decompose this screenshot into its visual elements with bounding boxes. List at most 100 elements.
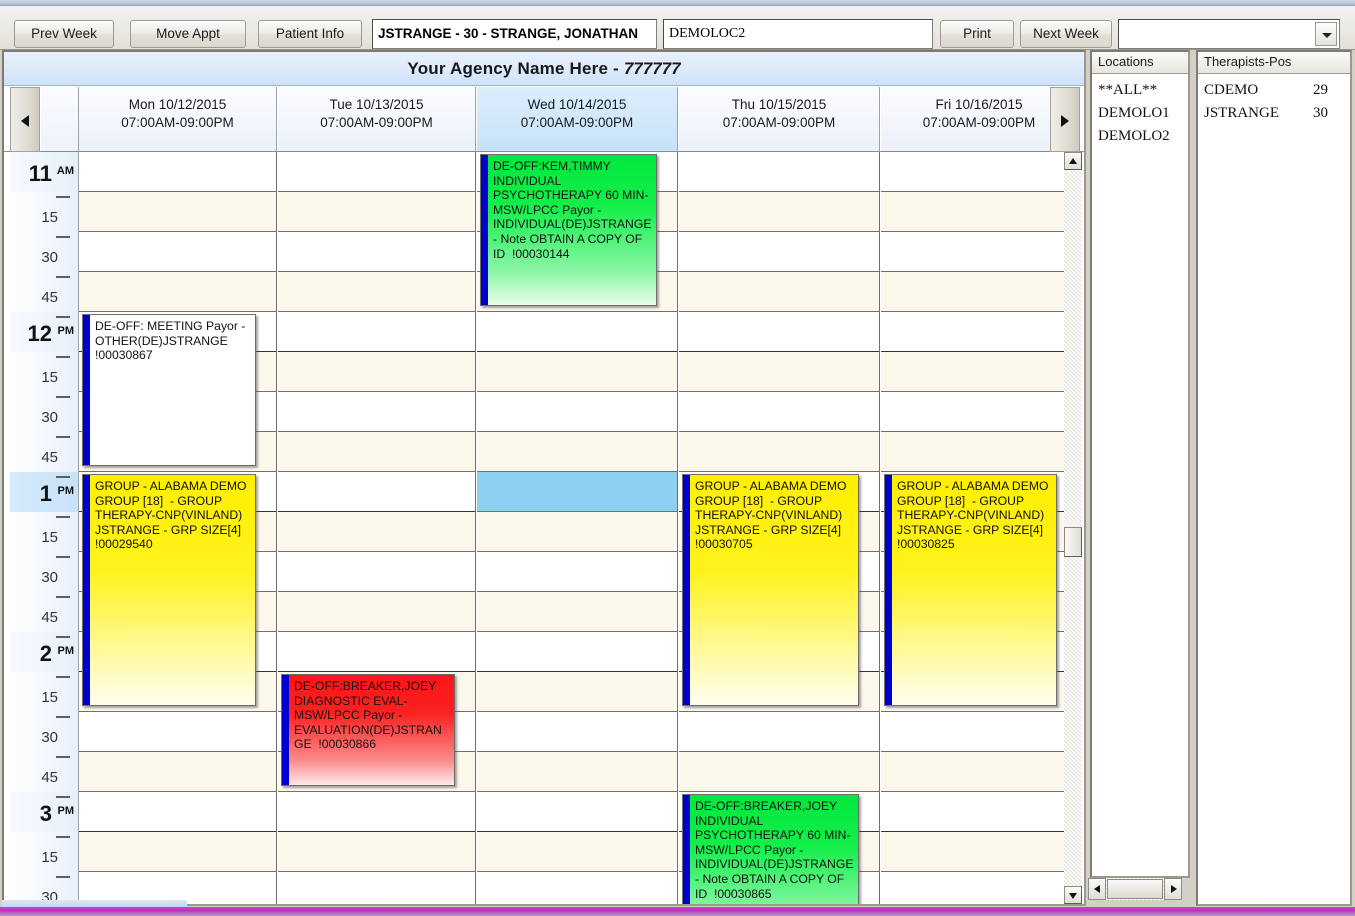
grid-cell[interactable] bbox=[881, 832, 1077, 872]
grid-cell[interactable] bbox=[278, 472, 475, 512]
grid-cell[interactable] bbox=[477, 712, 677, 752]
grid-cell[interactable] bbox=[679, 272, 879, 312]
grid-cell[interactable] bbox=[477, 312, 677, 352]
grid-cell[interactable] bbox=[477, 392, 677, 432]
grid-cell[interactable] bbox=[278, 872, 475, 904]
grid-cell[interactable] bbox=[79, 712, 276, 752]
location-list-item[interactable]: DEMOLO2 bbox=[1098, 125, 1188, 148]
grid-cell[interactable] bbox=[477, 472, 677, 512]
grid-cell[interactable] bbox=[278, 432, 475, 472]
day-header-2[interactable]: Wed 10/14/2015 07:00AM-09:00PM bbox=[477, 87, 678, 151]
grid-cell[interactable] bbox=[477, 872, 677, 904]
horizontal-scrollbar[interactable] bbox=[1088, 878, 1182, 900]
grid-cell[interactable] bbox=[679, 352, 879, 392]
therapist-list-item[interactable]: CDEMO 29 bbox=[1204, 79, 1350, 102]
grid-cell[interactable] bbox=[679, 232, 879, 272]
grid-cell[interactable] bbox=[477, 552, 677, 592]
grid-cell[interactable] bbox=[477, 632, 677, 672]
grid-cell[interactable] bbox=[679, 192, 879, 232]
grid-cell[interactable] bbox=[881, 352, 1077, 392]
grid-cell[interactable] bbox=[881, 792, 1077, 832]
day-header-0[interactable]: Mon 10/12/2015 07:00AM-09:00PM bbox=[79, 87, 277, 151]
day-header-1[interactable]: Tue 10/13/2015 07:00AM-09:00PM bbox=[278, 87, 476, 151]
grid-cell[interactable] bbox=[278, 352, 475, 392]
grid-cell[interactable] bbox=[881, 312, 1077, 352]
scroll-up-button[interactable] bbox=[1064, 152, 1082, 170]
horizontal-scroll-thumb[interactable] bbox=[1107, 879, 1163, 899]
location-list-item[interactable]: DEMOLO1 bbox=[1098, 102, 1188, 125]
grid-cell[interactable] bbox=[278, 232, 475, 272]
grid-cell[interactable] bbox=[79, 232, 276, 272]
grid-cell[interactable] bbox=[881, 232, 1077, 272]
grid-cell[interactable] bbox=[79, 832, 276, 872]
grid-cell[interactable] bbox=[679, 432, 879, 472]
grid-cell[interactable] bbox=[679, 152, 879, 192]
location-field[interactable]: DEMOLOC2 bbox=[663, 19, 933, 49]
move-appt-button[interactable]: Move Appt bbox=[130, 20, 246, 48]
grid-cell[interactable] bbox=[79, 752, 276, 792]
grid-cell[interactable] bbox=[679, 712, 879, 752]
grid-cell[interactable] bbox=[278, 152, 475, 192]
grid-cell[interactable] bbox=[79, 272, 276, 312]
grid-cell[interactable] bbox=[477, 672, 677, 712]
scroll-left-small-button[interactable] bbox=[1088, 878, 1106, 900]
next-week-button[interactable]: Next Week bbox=[1020, 20, 1112, 48]
therapist-field[interactable]: JSTRANGE - 30 - STRANGE, JONATHAN bbox=[372, 19, 657, 49]
grid-cell[interactable] bbox=[881, 152, 1077, 192]
grid-cell[interactable] bbox=[477, 832, 677, 872]
therapist-list-item[interactable]: JSTRANGE 30 bbox=[1204, 102, 1350, 125]
appointment-block[interactable]: DE-OFF: MEETING Payor - OTHER(DE)JSTRANG… bbox=[82, 314, 256, 466]
scroll-right-button[interactable] bbox=[1050, 87, 1080, 152]
appointment-block[interactable]: DE-OFF:BREAKER,JOEY INDIVIDUAL PSYCHOTHE… bbox=[682, 794, 859, 904]
grid-cell[interactable] bbox=[881, 712, 1077, 752]
toolbar: Prev Week Move Appt Patient Info JSTRANG… bbox=[0, 6, 1355, 50]
grid-cell[interactable] bbox=[881, 432, 1077, 472]
grid-cell[interactable] bbox=[477, 352, 677, 392]
appointment-block[interactable]: DE-OFF:BREAKER,JOEY DIAGNOSTIC EVAL-MSW/… bbox=[281, 674, 455, 786]
grid-cell[interactable] bbox=[79, 792, 276, 832]
grid-cell[interactable] bbox=[278, 592, 475, 632]
appointment-block[interactable]: DE-OFF:KEM,TIMMY INDIVIDUAL PSYCHOTHERAP… bbox=[480, 154, 657, 306]
grid-cell[interactable] bbox=[278, 512, 475, 552]
grid-cell[interactable] bbox=[477, 432, 677, 472]
grid-cell[interactable] bbox=[278, 632, 475, 672]
grid-cell[interactable] bbox=[278, 392, 475, 432]
grid-cell[interactable] bbox=[881, 392, 1077, 432]
grid-cell[interactable] bbox=[881, 752, 1077, 792]
grid-cell[interactable] bbox=[881, 872, 1077, 904]
scroll-left-button[interactable] bbox=[10, 87, 40, 152]
day-header-3[interactable]: Thu 10/15/2015 07:00AM-09:00PM bbox=[679, 87, 880, 151]
grid-cell[interactable] bbox=[679, 392, 879, 432]
appointment-block[interactable]: GROUP - ALABAMA DEMO GROUP [18] - GROUP … bbox=[82, 474, 256, 706]
grid-cell[interactable] bbox=[79, 192, 276, 232]
scroll-right-small-button[interactable] bbox=[1164, 878, 1182, 900]
chevron-down-icon[interactable] bbox=[1315, 22, 1337, 46]
appointment-block[interactable]: GROUP - ALABAMA DEMO GROUP [18] - GROUP … bbox=[884, 474, 1057, 706]
location-list-item[interactable]: **ALL** bbox=[1098, 79, 1188, 102]
grid-cell[interactable] bbox=[679, 752, 879, 792]
grid-cell[interactable] bbox=[278, 192, 475, 232]
vertical-scroll-thumb[interactable] bbox=[1064, 527, 1082, 557]
grid-cell[interactable] bbox=[278, 832, 475, 872]
grid-cell[interactable] bbox=[477, 512, 677, 552]
vertical-scrollbar[interactable] bbox=[1064, 152, 1082, 904]
print-button[interactable]: Print bbox=[940, 20, 1014, 48]
grid-cell[interactable] bbox=[477, 752, 677, 792]
prev-week-button[interactable]: Prev Week bbox=[14, 20, 114, 48]
grid-cell[interactable] bbox=[477, 792, 677, 832]
grid-cell[interactable] bbox=[278, 792, 475, 832]
day-header-4[interactable]: Fri 10/16/2015 07:00AM-09:00PM bbox=[881, 87, 1078, 151]
grid-cell[interactable] bbox=[477, 592, 677, 632]
grid-cell[interactable] bbox=[278, 552, 475, 592]
filter-dropdown[interactable] bbox=[1118, 19, 1340, 49]
grid-cell[interactable] bbox=[278, 272, 475, 312]
grid-cell[interactable] bbox=[79, 152, 276, 192]
grid-cell[interactable] bbox=[881, 272, 1077, 312]
grid-cell[interactable] bbox=[881, 192, 1077, 232]
patient-info-button[interactable]: Patient Info bbox=[258, 20, 362, 48]
grid-cell[interactable] bbox=[679, 312, 879, 352]
scroll-down-button[interactable] bbox=[1064, 886, 1082, 904]
grid-cell[interactable] bbox=[278, 312, 475, 352]
appointment-block[interactable]: GROUP - ALABAMA DEMO GROUP [18] - GROUP … bbox=[682, 474, 859, 706]
chevron-left-icon bbox=[1094, 885, 1100, 893]
